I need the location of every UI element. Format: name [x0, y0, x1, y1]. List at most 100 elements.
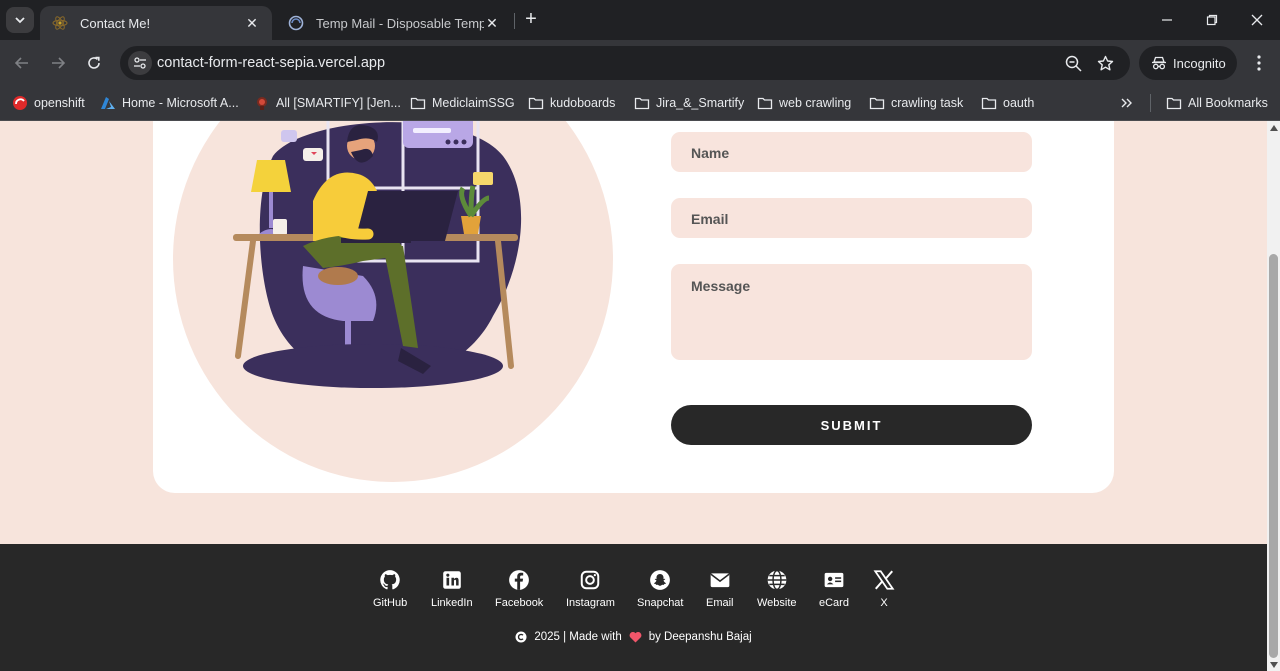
- arrow-right-icon: [52, 57, 66, 69]
- footer-link-linkedin[interactable]: LinkedIn: [431, 569, 473, 609]
- close-icon: [1251, 14, 1263, 26]
- bookmark-label: oauth: [1003, 96, 1035, 110]
- bookmark-microsoft-home[interactable]: Home - Microsoft A...: [100, 92, 239, 114]
- tempmail-favicon-icon: [288, 15, 304, 31]
- footer-link-label: Email: [706, 597, 734, 609]
- folder-icon: [757, 97, 773, 110]
- close-tab-icon[interactable]: ✕: [244, 15, 260, 32]
- footer-link-label: LinkedIn: [431, 597, 473, 609]
- more-vert-icon: [1257, 55, 1261, 71]
- footer: GitHub LinkedIn Facebook Instagram Snapc…: [0, 544, 1267, 671]
- page-scrollbar[interactable]: [1267, 121, 1280, 671]
- folder-icon: [981, 97, 997, 110]
- all-bookmarks-label: All Bookmarks: [1188, 96, 1268, 110]
- address-bar[interactable]: contact-form-react-sepia.vercel.app: [120, 46, 1130, 80]
- tab-temp-mail[interactable]: Temp Mail - Disposable Tempor ✕: [276, 6, 512, 40]
- reload-icon: [88, 56, 100, 69]
- folder-icon: [1166, 97, 1182, 110]
- bookmarks-overflow-button[interactable]: [1119, 92, 1141, 114]
- tune-icon: [134, 57, 146, 69]
- chevron-down-icon: [15, 17, 25, 24]
- footer-link-label: Instagram: [566, 597, 615, 609]
- tab-title: Temp Mail - Disposable Tempor: [316, 15, 484, 31]
- folder-icon: [528, 97, 544, 110]
- bookmark-folder-crawling-task[interactable]: crawling task: [869, 92, 963, 114]
- bookmark-label: Jira_&_Smartify: [656, 96, 745, 110]
- footer-link-ecard[interactable]: eCard: [819, 569, 849, 609]
- back-button[interactable]: [9, 50, 35, 76]
- bookmark-label: crawling task: [891, 96, 964, 110]
- copyright-icon: [515, 631, 527, 643]
- reload-button[interactable]: [81, 50, 107, 76]
- footer-link-snapchat[interactable]: Snapchat: [637, 569, 683, 609]
- footer-link-website[interactable]: Website: [757, 569, 797, 609]
- jenkins-icon: [257, 97, 267, 110]
- browser-toolbar: contact-form-react-sepia.vercel.app Inco…: [0, 40, 1280, 86]
- contact-card: Name Email Message SUBMIT: [153, 121, 1114, 493]
- close-tab-icon[interactable]: ✕: [484, 15, 500, 32]
- bookmark-label: MediclaimSSG: [432, 96, 515, 110]
- incognito-label: Incognito: [1173, 55, 1226, 71]
- bookmark-folder-web-crawling[interactable]: web crawling: [757, 92, 851, 114]
- name-field[interactable]: Name: [671, 132, 1032, 172]
- submit-button[interactable]: SUBMIT: [671, 405, 1032, 445]
- openshift-icon: [13, 96, 27, 110]
- star-icon: [1097, 55, 1113, 70]
- bookmark-folder-kudoboards[interactable]: kudoboards: [528, 92, 615, 114]
- close-window-button[interactable]: [1234, 0, 1280, 40]
- footer-link-email[interactable]: Email: [706, 569, 734, 609]
- footer-link-instagram[interactable]: Instagram: [566, 569, 615, 609]
- all-bookmarks-button[interactable]: All Bookmarks: [1166, 92, 1268, 114]
- heart-icon: [629, 632, 642, 643]
- name-placeholder: Name: [691, 145, 730, 161]
- double-chevron-right-icon: [1121, 98, 1132, 108]
- zoom-button[interactable]: [1064, 54, 1082, 72]
- minimize-button[interactable]: [1144, 0, 1190, 40]
- footer-link-label: Snapchat: [637, 597, 684, 609]
- facebook-icon: [509, 570, 530, 590]
- page-viewport: Name Email Message SUBMIT GitHub LinkedI…: [0, 121, 1267, 671]
- folder-icon: [410, 97, 426, 110]
- scroll-up-arrow[interactable]: [1269, 124, 1278, 132]
- bookmark-folder-mediclaimssg[interactable]: MediclaimSSG: [410, 92, 515, 114]
- credit-author-text: by Deepanshu Bajaj: [648, 631, 752, 643]
- bookmarks-divider: [1150, 94, 1151, 112]
- forward-button[interactable]: [45, 50, 71, 76]
- bookmark-openshift[interactable]: openshift: [12, 92, 85, 114]
- instagram-icon: [581, 570, 600, 590]
- folder-icon: [869, 97, 885, 110]
- bookmark-jenkins[interactable]: All [SMARTIFY] [Jen...: [254, 92, 401, 114]
- incognito-badge[interactable]: Incognito: [1139, 46, 1237, 80]
- bookmark-folder-jira-smartify[interactable]: Jira_&_Smartify: [634, 92, 744, 114]
- bookmark-star-button[interactable]: [1096, 54, 1114, 72]
- envelope-icon: [710, 573, 730, 588]
- footer-link-github[interactable]: GitHub: [373, 569, 407, 609]
- message-placeholder: Message: [691, 278, 751, 294]
- azure-icon: [101, 97, 115, 109]
- arrow-left-icon: [14, 57, 28, 69]
- x-logo-icon: [873, 570, 895, 590]
- browser-menu-button[interactable]: [1249, 52, 1269, 74]
- footer-link-facebook[interactable]: Facebook: [495, 569, 543, 609]
- footer-link-x[interactable]: X: [873, 569, 895, 609]
- bookmark-folder-oauth[interactable]: oauth: [981, 92, 1034, 114]
- footer-link-label: eCard: [819, 597, 849, 609]
- bookmark-label: All [SMARTIFY] [Jen...: [276, 96, 401, 110]
- tab-contact-me[interactable]: Contact Me! ✕: [40, 6, 272, 40]
- github-icon: [380, 570, 400, 590]
- new-tab-button[interactable]: +: [520, 8, 542, 30]
- restore-button[interactable]: [1189, 0, 1235, 40]
- email-field[interactable]: Email: [671, 198, 1032, 238]
- bookmark-label: kudoboards: [550, 96, 616, 110]
- zoom-out-icon: [1065, 55, 1082, 72]
- credit-year-text: 2025 | Made with: [534, 631, 622, 643]
- linkedin-icon: [442, 571, 461, 589]
- message-field[interactable]: Message: [671, 264, 1032, 360]
- site-info-button[interactable]: [128, 51, 152, 75]
- footer-credits: 2025 | Made with by Deepanshu Bajaj: [0, 631, 1267, 643]
- bookmark-label: openshift: [34, 96, 85, 110]
- footer-link-label: Facebook: [495, 597, 544, 609]
- scrollbar-thumb[interactable]: [1269, 254, 1278, 658]
- tab-search-button[interactable]: [6, 7, 34, 33]
- scroll-down-arrow[interactable]: [1269, 661, 1278, 669]
